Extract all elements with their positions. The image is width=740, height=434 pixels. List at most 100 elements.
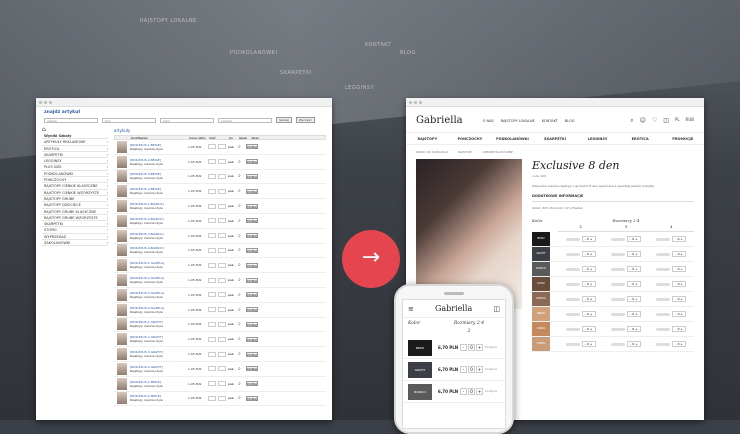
color-swatch[interactable]: NERO — [532, 232, 550, 246]
product-thumbnail[interactable] — [117, 377, 127, 390]
product-thumbnail[interactable] — [117, 200, 127, 213]
quantity-stepper[interactable]: - 0 + — [626, 266, 641, 272]
quantity-stepper[interactable]: - 0 + — [581, 296, 596, 302]
add-to-cart-button[interactable]: DODAJ — [246, 144, 258, 150]
magnifier-icon[interactable]: ⌕ — [238, 159, 246, 165]
plus-button[interactable]: + — [476, 388, 483, 395]
quantity-stepper[interactable]: - 0 + — [581, 266, 596, 272]
quantity-input[interactable] — [218, 203, 226, 209]
quantity-stepper[interactable]: - 0 + — [581, 311, 596, 317]
quantity-stepper[interactable]: - 0 + — [626, 281, 641, 287]
quantity-stepper[interactable]: - 0 + — [672, 341, 687, 347]
quantity-input[interactable] — [218, 381, 226, 387]
search-button[interactable]: Szukaj — [276, 117, 292, 123]
quantity-stepper[interactable]: - 0 + — [672, 326, 687, 332]
quantity-input[interactable] — [208, 233, 216, 239]
user-icon[interactable]: ☺ — [640, 117, 646, 125]
product-thumbnail[interactable] — [117, 259, 127, 272]
quantity-input[interactable] — [218, 277, 226, 283]
add-to-cart-button[interactable]: DODAJ — [246, 292, 258, 298]
magnifier-icon[interactable]: ⌕ — [238, 277, 246, 283]
add-to-cart-button[interactable]: DODAJ — [246, 351, 258, 357]
clear-button[interactable]: Wyczyść — [295, 117, 315, 123]
quantity-input[interactable] — [208, 321, 216, 327]
quantity-stepper[interactable]: - 0 + — [626, 296, 641, 302]
breadcrumb-item[interactable]: WRÓĆ DO KATALOGU — [416, 150, 448, 154]
plus-button[interactable]: + — [476, 366, 483, 373]
breadcrumb-item[interactable]: RAJSTOPY — [458, 150, 473, 154]
quantity-input[interactable] — [218, 292, 226, 298]
minus-button[interactable]: - — [460, 366, 467, 373]
add-to-cart-button[interactable]: DODAJ — [246, 233, 258, 239]
quantity-input[interactable] — [208, 351, 216, 357]
menu-item[interactable]: LEGGINSY — [576, 137, 619, 141]
product-thumbnail[interactable] — [117, 155, 127, 168]
quantity-input[interactable] — [218, 233, 226, 239]
search-input[interactable]: nazwa — [44, 117, 98, 123]
add-to-cart-button[interactable]: DODAJ — [246, 159, 258, 165]
quantity-stepper[interactable]: - 0 + — [626, 311, 641, 317]
quantity-stepper[interactable]: - 0 + — [581, 341, 596, 347]
search-icon[interactable]: ⌕ — [630, 117, 633, 125]
magnifier-icon[interactable]: ⌕ — [238, 395, 246, 401]
quantity-stepper[interactable]: - 0 + — [581, 326, 596, 332]
search-input[interactable]: kolor — [160, 117, 214, 123]
gabriella-logo[interactable]: Gabriella — [435, 304, 472, 313]
quantity-input[interactable] — [208, 395, 216, 401]
quantity-input[interactable] — [208, 292, 216, 298]
color-swatch[interactable]: DAINO — [532, 322, 550, 336]
quantity-input[interactable] — [208, 218, 216, 224]
quantity-input[interactable] — [218, 188, 226, 194]
quantity-input[interactable] — [218, 395, 226, 401]
product-thumbnail[interactable] — [117, 274, 127, 287]
color-swatch[interactable]: MOKKA — [532, 292, 550, 306]
quantity-input[interactable] — [208, 307, 216, 313]
product-thumbnail[interactable] — [117, 185, 127, 198]
color-swatch[interactable]: GRAFIT — [532, 247, 550, 261]
magnifier-icon[interactable]: ⌕ — [238, 144, 246, 150]
quantity-stepper[interactable]: - 0 + — [672, 296, 687, 302]
product-thumbnail[interactable] — [117, 140, 127, 153]
quantity-input[interactable] — [208, 203, 216, 209]
magnifier-icon[interactable]: ⌕ — [238, 218, 246, 224]
product-thumbnail[interactable] — [117, 214, 127, 227]
magnifier-icon[interactable]: ⌕ — [238, 307, 246, 313]
quantity-input[interactable] — [218, 218, 226, 224]
quantity-input[interactable] — [218, 262, 226, 268]
menu-item[interactable]: PODKOLANÓWKI — [491, 137, 534, 141]
additional-info-heading[interactable]: DODATKOWE INFORMACJE — [532, 194, 694, 202]
quantity-value[interactable]: 0 — [468, 344, 475, 351]
quantity-input[interactable] — [218, 366, 226, 372]
quantity-stepper[interactable]: - 0 + — [581, 251, 596, 257]
product-thumbnail[interactable] — [117, 362, 127, 375]
magnifier-icon[interactable]: ⌕ — [238, 188, 246, 194]
quantity-value[interactable]: 0 — [468, 388, 475, 395]
quantity-input[interactable] — [208, 144, 216, 150]
add-to-cart-button[interactable]: DODAJ — [246, 203, 258, 209]
quantity-input[interactable] — [218, 336, 226, 342]
search-input[interactable]: rozmiar — [218, 117, 272, 123]
quantity-stepper[interactable]: - 0 + — [672, 281, 687, 287]
currency-switch[interactable]: RUB — [686, 117, 694, 125]
quantity-input[interactable] — [218, 321, 226, 327]
product-thumbnail[interactable] — [117, 318, 127, 331]
quantity-input[interactable] — [218, 351, 226, 357]
magnifier-icon[interactable]: ⌕ — [238, 262, 246, 268]
quantity-stepper[interactable]: - 0 + — [626, 251, 641, 257]
quantity-stepper[interactable]: - 0 + — [672, 236, 687, 242]
search-input[interactable]: kod — [102, 117, 156, 123]
bag-icon[interactable]: ◫ — [493, 305, 500, 313]
add-to-cart-button[interactable]: DODAJ — [246, 218, 258, 224]
nav-link[interactable]: BLOG — [565, 119, 575, 123]
quantity-input[interactable] — [208, 247, 216, 253]
product-thumbnail[interactable] — [117, 348, 127, 361]
quantity-stepper[interactable]: - 0 + — [626, 341, 641, 347]
breadcrumb-item[interactable]: CIENKIE KLASYCZNE — [483, 150, 513, 154]
magnifier-icon[interactable]: ⌕ — [238, 366, 246, 372]
add-to-cart-button[interactable]: DODAJ — [246, 188, 258, 194]
add-to-cart-button[interactable]: DODAJ — [246, 277, 258, 283]
quantity-stepper[interactable]: - 0 + — [626, 236, 641, 242]
magnifier-icon[interactable]: ⌕ — [238, 292, 246, 298]
add-to-cart-button[interactable]: DODAJ — [246, 395, 258, 401]
product-thumbnail[interactable] — [117, 229, 127, 242]
